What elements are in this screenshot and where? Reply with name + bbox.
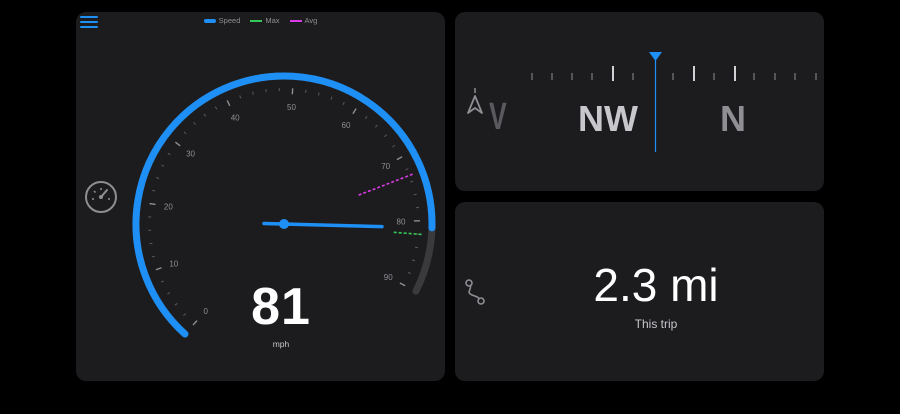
speedometer-icon[interactable] [85, 181, 117, 213]
gauge-minor-tick [156, 177, 160, 179]
gauge-major-tick [352, 108, 357, 115]
gauge-major-tick [192, 320, 198, 326]
gauge-minor-tick [160, 280, 165, 283]
gauge-major-tick [155, 267, 162, 271]
gauge-minor-tick [392, 144, 396, 148]
gauge-minor-tick [174, 303, 178, 306]
gauge-minor-tick [413, 193, 417, 196]
gauge-minor-tick [214, 106, 218, 110]
gauge-scale-label: 80 [397, 217, 406, 226]
gauge-scale-label: 20 [164, 202, 173, 211]
gauge-minor-tick [203, 113, 207, 117]
gauge-scale-label: 40 [231, 114, 240, 123]
gauge-minor-tick [410, 180, 414, 183]
gauge-scale-label: 50 [287, 103, 296, 112]
gauge-scale-label: 70 [381, 162, 390, 171]
gauge-scale-label: 60 [342, 121, 351, 130]
gauge-minor-tick [384, 134, 387, 138]
gauge-scale-label: 10 [169, 259, 178, 268]
gauge-minor-tick [167, 152, 171, 156]
gauge-minor-tick [183, 131, 187, 135]
gauge-scale-label: 30 [186, 150, 195, 159]
compass-strip [531, 52, 817, 152]
trip-caption: This trip [634, 317, 678, 331]
gauge-minor-tick [411, 259, 416, 262]
gauge-major-tick [399, 282, 406, 287]
trip-distance-value: 2.3 mi [593, 259, 719, 311]
gauge-minor-tick [252, 91, 254, 95]
gauge-needle-hub [279, 219, 289, 229]
navigation-arrow-icon[interactable] [465, 88, 485, 118]
gauge-avg-marker [356, 173, 413, 197]
gauge-minor-tick [407, 271, 411, 274]
gauge-major-tick [396, 156, 403, 161]
gauge-minor-tick [405, 168, 409, 171]
gauge-minor-tick [167, 292, 171, 295]
gauge-minor-tick [183, 313, 187, 316]
compass-ticks [531, 73, 817, 80]
compass-major-ticks [612, 66, 736, 81]
compass-panel: V NW N [455, 12, 824, 191]
compass-label-nw: NW [578, 98, 638, 139]
current-speed-value: 81 [251, 278, 311, 336]
gauge-minor-tick [151, 255, 156, 258]
gauge-major-tick [149, 202, 156, 206]
gauge-minor-tick [374, 124, 378, 128]
speed-unit-label: mph [272, 339, 290, 349]
speedometer-panel: Speed Max Avg 0 10 20 30 40 50 60 70 80 90 81 mph [76, 12, 445, 381]
gauge-minor-tick [342, 101, 345, 106]
gauge-scale-label: 90 [384, 273, 393, 282]
gauge-minor-tick [193, 122, 196, 125]
gauge-minor-tick [152, 189, 156, 192]
gauge-major-tick [226, 100, 231, 107]
gauge-major-tick [174, 141, 181, 147]
route-icon[interactable] [464, 279, 486, 305]
gauge-minor-tick [239, 95, 242, 99]
gauge-minor-tick [161, 164, 165, 167]
gauge-minor-tick [330, 96, 333, 100]
gauge-minor-tick [317, 92, 320, 96]
gauge-minor-tick [414, 246, 419, 249]
gauge-scale-label: 0 [203, 307, 208, 316]
gauge-minor-tick [364, 116, 368, 120]
trip-panel: 2.3 mi This trip [455, 202, 824, 381]
compass-label-n: N [720, 98, 746, 139]
compass-label-v: V [489, 96, 507, 138]
